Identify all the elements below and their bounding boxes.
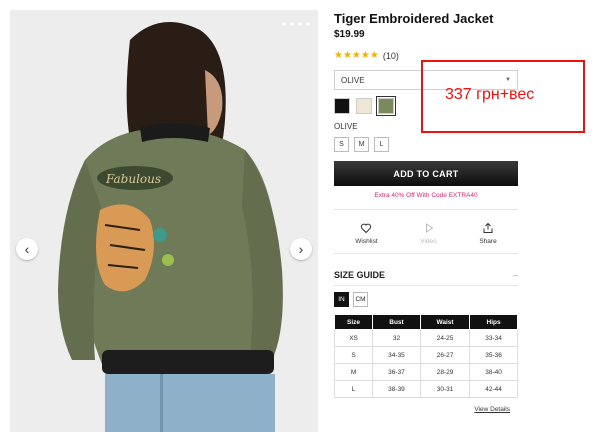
add-to-cart-button[interactable]: ADD TO CART [334,161,518,186]
next-image-button[interactable]: › [290,238,312,260]
gallery-dot[interactable] [290,22,294,26]
table-row: M 36-37 28-29 38-40 [333,363,518,381]
size-table-header: Hips [469,314,518,330]
table-cell: XS [333,329,374,347]
product-price: $19.99 [334,29,365,40]
size-table: Size Bust Waist Hips XS 32 24-25 33-34 S… [333,314,518,398]
table-cell: 26-27 [419,346,471,364]
table-cell: 42-44 [469,380,518,398]
video-label: Video [420,238,437,245]
table-cell: 38-39 [372,380,421,398]
size-table-header: Waist [419,314,471,330]
heart-icon [361,223,372,234]
prev-image-button[interactable]: ‹ [16,238,38,260]
gallery-dot[interactable] [298,22,302,26]
wishlist-button[interactable]: Wishlist [355,222,378,245]
collapse-icon[interactable]: – [513,270,518,280]
product-photo: Fabulous [10,10,318,432]
product-image-gallery: Fabulous ‹ › [10,10,318,432]
color-select-value: OLIVE [341,75,365,85]
table-cell: 33-34 [469,329,518,347]
wishlist-label: Wishlist [355,238,378,245]
view-details-link[interactable]: View Details [334,406,510,413]
table-row: XS 32 24-25 33-34 [333,329,518,347]
table-cell: 32 [372,329,421,347]
video-button[interactable]: Video [420,222,437,245]
play-icon [425,223,433,233]
product-actions: Wishlist Video Share [334,209,518,254]
product-title: Tiger Embroidered Jacket [334,11,494,26]
size-table-header: Size [333,314,374,330]
table-row: L 38-39 30-31 42-44 [333,380,518,398]
promo-text: Extra 40% Off With Code EXTRA40 [374,192,478,199]
size-table-header: Bust [372,314,421,330]
table-cell: 24-25 [419,329,471,347]
size-option-s[interactable]: S [334,137,349,152]
size-option-m[interactable]: M [354,137,369,152]
unit-cm-button[interactable]: CM [353,292,368,307]
size-table-header-row: Size Bust Waist Hips [333,314,518,330]
table-cell: 35-36 [469,346,518,364]
price-annotation-box: 337 грн+вес [421,60,585,133]
svg-text:Fabulous: Fabulous [105,172,161,186]
table-row: S 34-35 26-27 35-36 [333,346,518,364]
size-options: S M L [334,137,524,152]
rating-count[interactable]: (10) [383,51,399,61]
share-icon [483,222,493,233]
gallery-dots [282,22,310,26]
table-cell: 38-40 [469,363,518,381]
table-cell: 34-35 [372,346,421,364]
unit-in-button[interactable]: IN [334,292,349,307]
chevron-left-icon: ‹ [24,241,30,257]
unit-toggle: IN CM [334,292,524,307]
chevron-right-icon: › [298,241,304,257]
swatch-black[interactable] [334,98,350,114]
gallery-dot[interactable] [306,22,310,26]
price-annotation-text: 337 грн+вес [445,86,535,103]
swatch-cream[interactable] [356,98,372,114]
share-button[interactable]: Share [479,222,497,245]
table-cell: M [333,363,374,381]
swatch-olive[interactable] [376,96,396,116]
share-label: Share [479,238,497,245]
rating-stars-icon: ★★★★★ [334,50,379,61]
table-cell: S [333,346,374,364]
table-cell: L [333,380,374,398]
gallery-dot[interactable] [282,22,286,26]
table-cell: 30-31 [419,380,471,398]
table-cell: 36-37 [372,363,421,381]
size-guide-header[interactable]: SIZE GUIDE – [334,270,518,286]
table-cell: 28-29 [419,363,471,381]
size-option-l[interactable]: L [374,137,389,152]
size-guide-title: SIZE GUIDE [334,270,386,280]
